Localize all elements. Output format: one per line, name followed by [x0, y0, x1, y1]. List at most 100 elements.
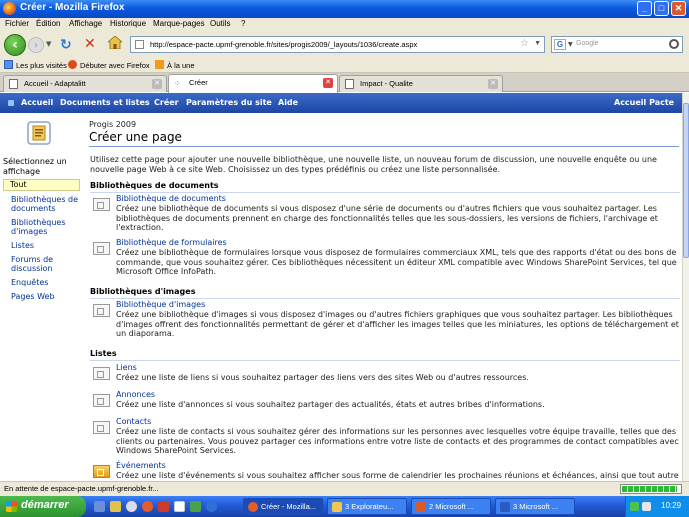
- calendar-icon: [93, 465, 110, 478]
- bookmark-star-icon[interactable]: ☆: [520, 38, 529, 49]
- view-listes[interactable]: Listes: [11, 241, 81, 250]
- item-link[interactable]: Événements: [116, 461, 166, 470]
- search-placeholder[interactable]: Google: [576, 40, 599, 47]
- item-link[interactable]: Bibliothèque d'images: [116, 300, 205, 309]
- quicklaunch-ie-icon[interactable]: [206, 501, 217, 512]
- tray-network-icon[interactable]: [630, 502, 639, 511]
- menu-fichier[interactable]: Fichier: [5, 19, 29, 28]
- bookmark-getting-started[interactable]: Débuter avec Firefox: [68, 60, 150, 70]
- clock[interactable]: 10:29: [661, 501, 681, 510]
- quicklaunch-firefox-icon[interactable]: [142, 501, 153, 512]
- quicklaunch-app2-icon[interactable]: [190, 501, 201, 512]
- history-dropdown-icon[interactable]: ▼: [46, 40, 51, 48]
- home-icon[interactable]: [108, 36, 122, 49]
- task-label: 2 Microsoft ...: [429, 502, 475, 511]
- back-button[interactable]: ‹: [4, 34, 26, 56]
- item-link[interactable]: Bibliothèque de documents: [116, 194, 226, 203]
- google-engine-icon[interactable]: G: [554, 39, 566, 50]
- search-box[interactable]: G ▼ Google: [551, 36, 683, 53]
- quicklaunch-folder-icon[interactable]: [110, 501, 121, 512]
- url-text[interactable]: http://espace-pacte.upmf-grenoble.fr/sit…: [150, 40, 417, 49]
- tab-close-icon[interactable]: ✕: [152, 79, 162, 89]
- url-dropdown-icon[interactable]: ▼: [534, 40, 541, 47]
- tab-strip: Accueil - Adaptalitt ✕ ⁘ Créer ✕ Impact …: [0, 73, 689, 93]
- close-window-button[interactable]: ✕: [671, 1, 686, 16]
- stop-icon[interactable]: ✕: [84, 36, 96, 52]
- view-enquetes[interactable]: Enquêtes: [11, 278, 81, 287]
- view-tout[interactable]: Tout: [3, 179, 80, 191]
- vertical-scrollbar[interactable]: [682, 93, 689, 481]
- page-favicon-icon: [135, 40, 144, 49]
- menu-marque-pages[interactable]: Marque-pages: [153, 19, 205, 28]
- status-bar: En attente de espace-pacte.upmf-grenoble…: [0, 481, 689, 496]
- item-link[interactable]: Bibliothèque de formulaires: [116, 238, 227, 247]
- menu-bar: Fichier Édition Affichage Historique Mar…: [0, 18, 689, 31]
- view-pages-web[interactable]: Pages Web: [11, 292, 81, 301]
- menu-help[interactable]: ?: [241, 19, 245, 28]
- nav-bullet-icon: [8, 100, 14, 106]
- menu-affichage[interactable]: Affichage: [69, 19, 102, 28]
- page-icon: [345, 79, 354, 89]
- window-title: Créer - Mozilla Firefox: [20, 2, 125, 13]
- status-text: En attente de espace-pacte.upmf-grenoble…: [4, 484, 159, 493]
- tab-impact-qualite[interactable]: Impact - Qualite ✕: [339, 75, 503, 92]
- item-description: Créez une liste de liens si vous souhait…: [116, 373, 529, 382]
- tab-label: Accueil - Adaptalitt: [24, 79, 86, 88]
- windows-taskbar: démarrer Créer - Mozilla... 3 Explorateu…: [0, 496, 689, 517]
- system-tray: 10:29: [625, 496, 689, 517]
- view-bibliotheques-documents[interactable]: Bibliothèques de documents: [11, 195, 81, 213]
- task-word[interactable]: 3 Microsoft ...: [495, 498, 575, 515]
- view-bibliotheques-images[interactable]: Bibliothèques d'images: [11, 218, 81, 236]
- engine-dropdown-icon[interactable]: ▼: [568, 41, 573, 48]
- firefox-bookmark-icon: [68, 60, 77, 69]
- tab-close-icon[interactable]: ✕: [488, 79, 498, 89]
- minimize-button[interactable]: _: [637, 1, 652, 16]
- rss-feed-icon: [155, 60, 164, 69]
- nav-aide[interactable]: Aide: [278, 98, 298, 107]
- maximize-button[interactable]: □: [654, 1, 669, 16]
- task-explorer[interactable]: 3 Explorateu...: [327, 498, 407, 515]
- show-desktop-icon[interactable]: [94, 501, 105, 512]
- quicklaunch-doc-icon[interactable]: [174, 501, 185, 512]
- nav-accueil-pacte[interactable]: Accueil Pacte: [614, 98, 674, 107]
- nav-parametres[interactable]: Paramètres du site: [186, 98, 272, 107]
- bookmark-folder-icon: [4, 60, 13, 69]
- start-button[interactable]: démarrer: [0, 496, 86, 517]
- menu-edition[interactable]: Édition: [36, 19, 60, 28]
- forward-button[interactable]: ›: [28, 37, 44, 53]
- contacts-list-icon: [93, 421, 110, 434]
- tab-label: Créer: [189, 78, 208, 87]
- nav-documents-listes[interactable]: Documents et listes: [60, 98, 150, 107]
- menu-outils[interactable]: Outils: [210, 19, 230, 28]
- word-task-icon: [500, 502, 510, 512]
- windows-logo-icon: [6, 501, 17, 512]
- menu-historique[interactable]: Historique: [110, 19, 146, 28]
- item-link[interactable]: Contacts: [116, 417, 151, 426]
- reload-icon[interactable]: ↻: [60, 37, 72, 53]
- tray-volume-icon[interactable]: [642, 502, 651, 511]
- item-link[interactable]: Liens: [116, 363, 137, 372]
- breadcrumb[interactable]: Progis 2009: [89, 120, 136, 129]
- nav-creer[interactable]: Créer: [154, 98, 179, 107]
- quicklaunch-media-icon[interactable]: [126, 501, 137, 512]
- task-powerpoint[interactable]: 2 Microsoft ...: [411, 498, 491, 515]
- nav-accueil[interactable]: Accueil: [21, 98, 53, 107]
- item-link[interactable]: Annonces: [116, 390, 155, 399]
- bookmark-most-visited[interactable]: Les plus visités: [4, 60, 67, 70]
- site-logo-icon: [27, 121, 51, 145]
- url-bar[interactable]: http://espace-pacte.upmf-grenoble.fr/sit…: [130, 36, 545, 53]
- view-select-heading: Sélectionnez un affichage: [3, 157, 67, 176]
- scrollbar-thumb[interactable]: [683, 103, 689, 258]
- task-firefox[interactable]: Créer - Mozilla...: [243, 498, 323, 515]
- view-forums-discussion[interactable]: Forums de discussion: [11, 255, 81, 273]
- firefox-task-icon: [248, 502, 258, 512]
- item-description: Créez une liste d'événements si vous sou…: [116, 471, 679, 480]
- bookmark-news[interactable]: À la une: [155, 60, 195, 70]
- announcements-list-icon: [93, 394, 110, 407]
- powerpoint-task-icon: [416, 502, 426, 512]
- tab-accueil-adaptalitt[interactable]: Accueil - Adaptalitt ✕: [3, 75, 167, 92]
- tab-creer[interactable]: ⁘ Créer ✕: [168, 74, 338, 93]
- search-icon[interactable]: [669, 39, 679, 49]
- tab-close-icon[interactable]: ✕: [323, 78, 333, 88]
- quicklaunch-app-icon[interactable]: [158, 501, 169, 512]
